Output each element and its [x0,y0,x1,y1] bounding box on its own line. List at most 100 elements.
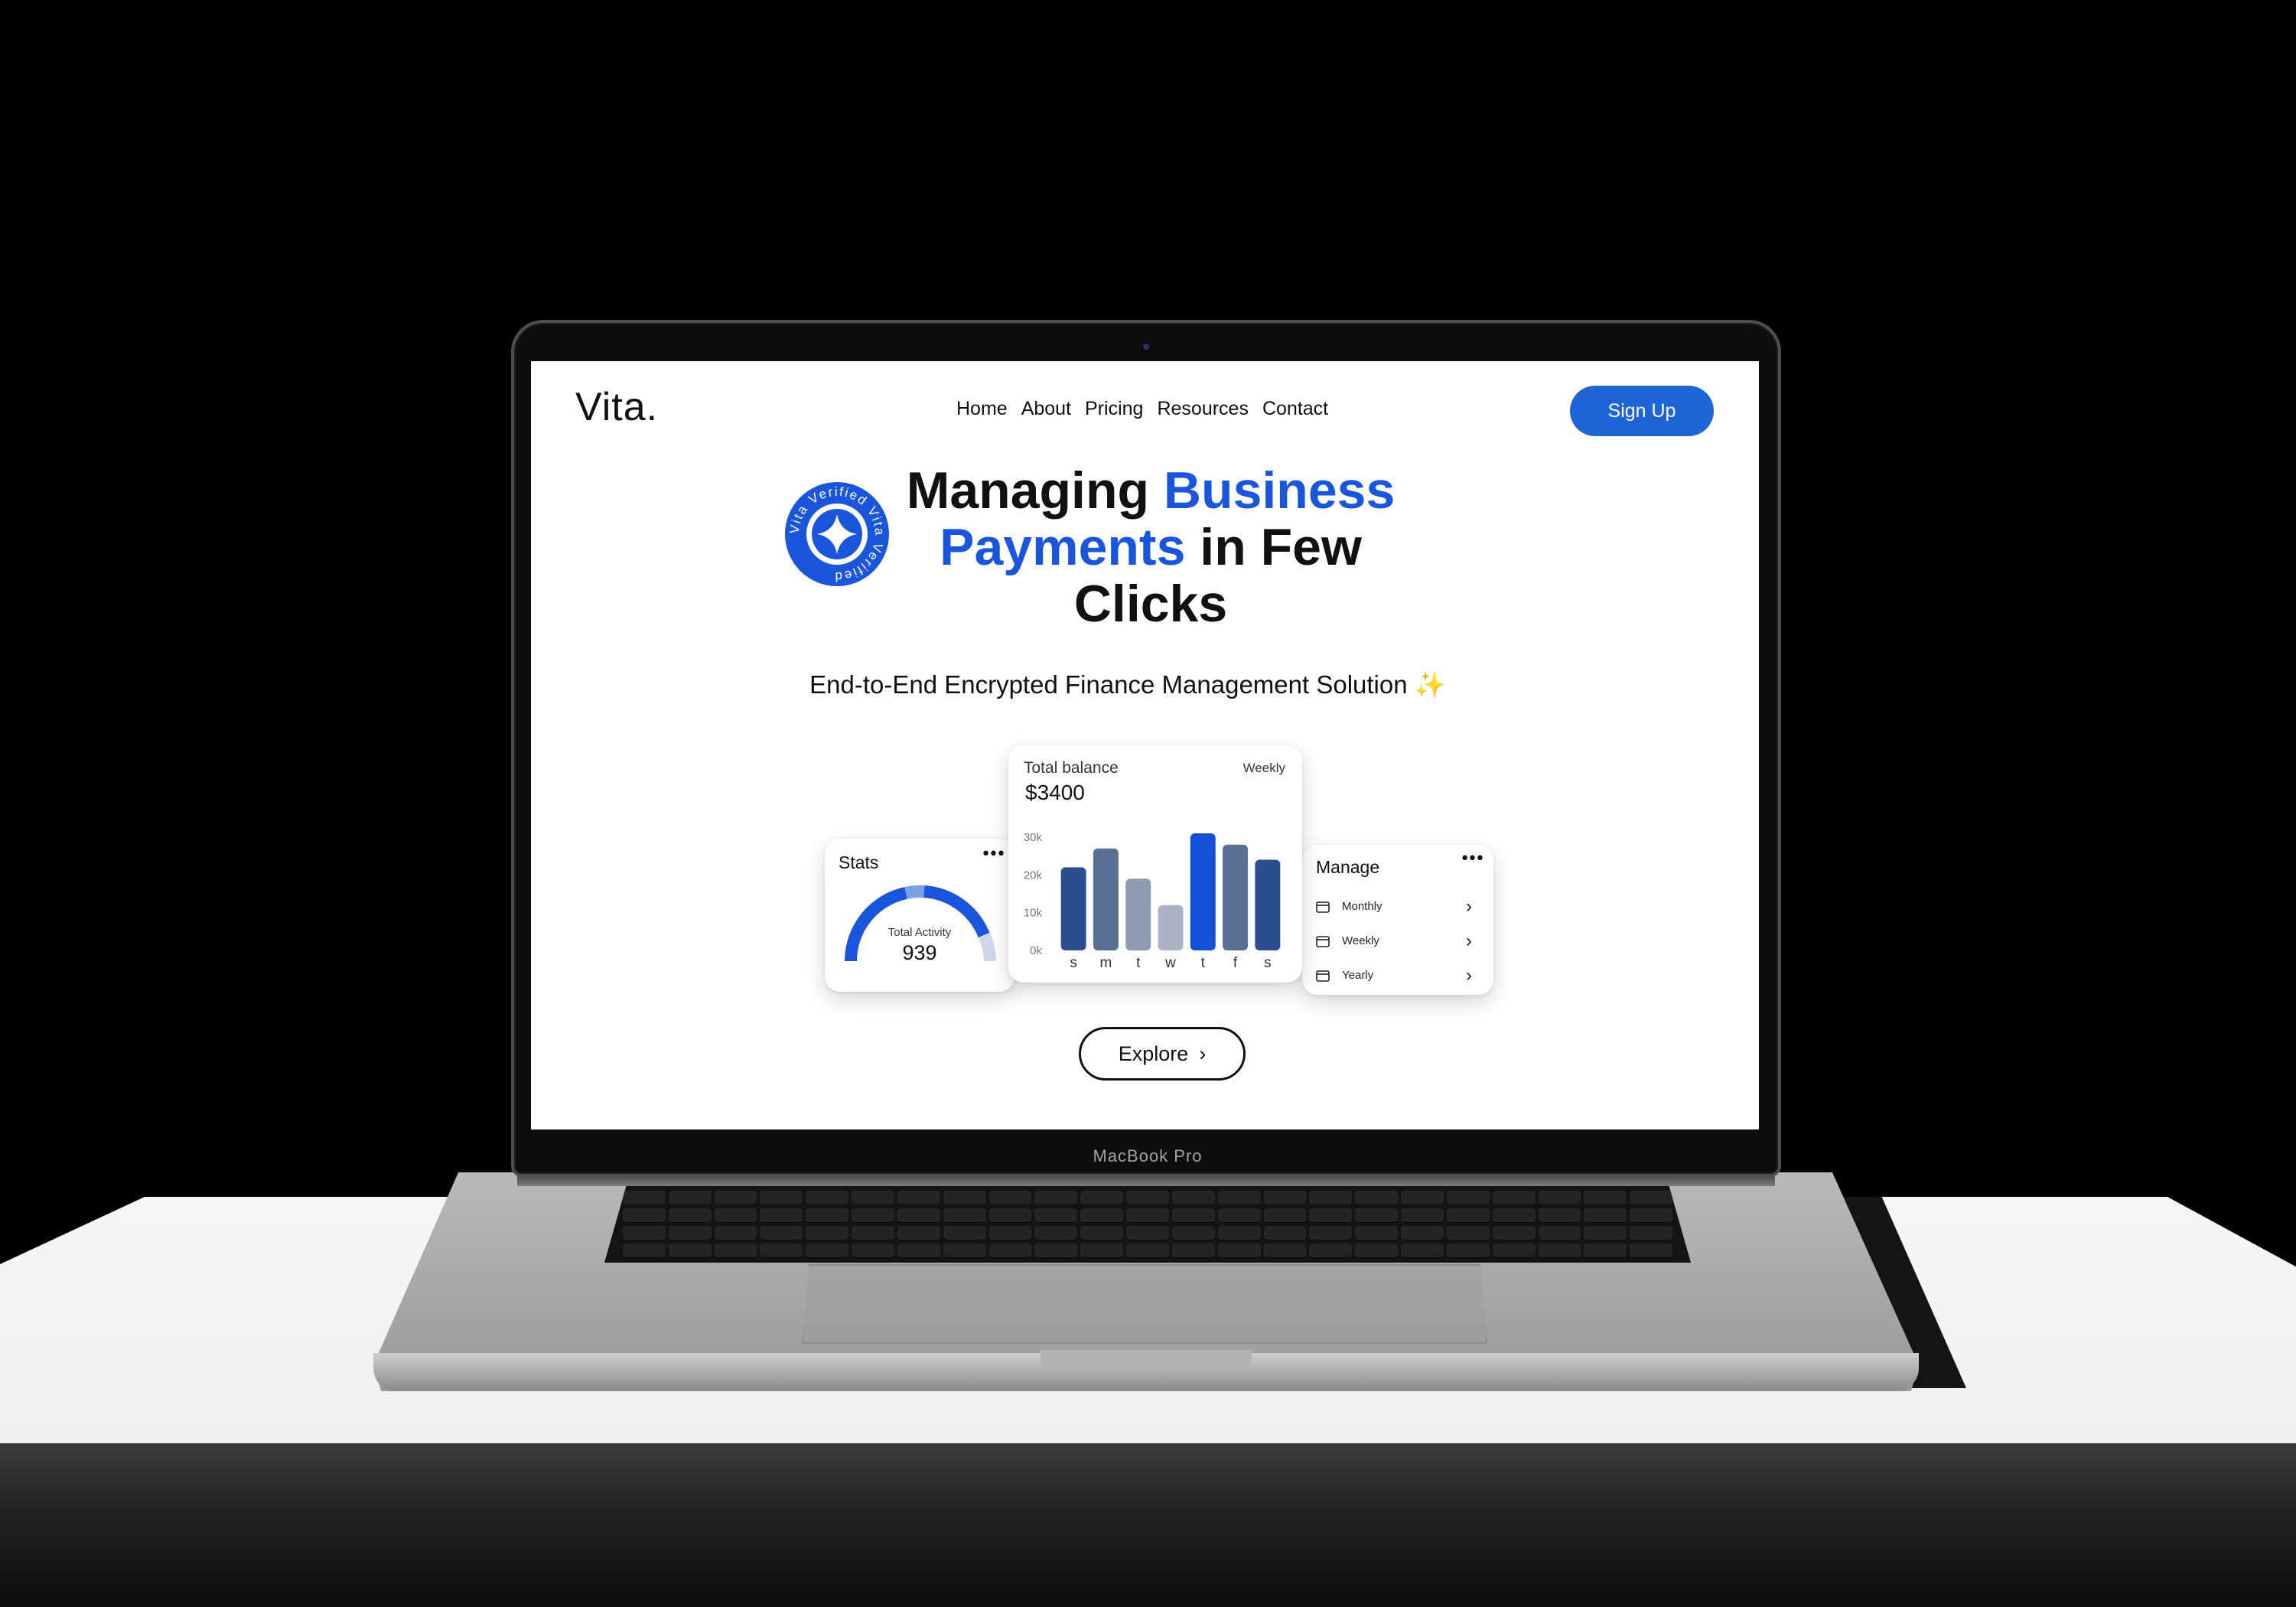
balance-period[interactable]: Weekly [1243,761,1285,776]
manage-item-monthly[interactable]: Monthly › [1316,889,1478,924]
keyboard-key [1355,1191,1399,1205]
keyboard-key [1309,1191,1353,1205]
keyboard-key [1263,1226,1307,1240]
keyboard-key [1584,1226,1627,1240]
chevron-right-icon: › [1466,895,1472,917]
gauge-value: 939 [902,941,937,964]
keyboard-key [988,1226,1032,1240]
trackpad [802,1264,1487,1344]
keyboard-key [943,1244,986,1258]
keyboard-key [806,1208,849,1223]
manage-title: Manage [1316,857,1380,877]
stats-card: Stats ••• Total Activity 939 [825,839,1014,992]
x-tick-label: w [1164,955,1176,971]
keyboard-key [1171,1208,1215,1223]
main-nav: Home About Pricing Resources Contact [956,398,1328,420]
chart-bar [1255,859,1281,950]
x-tick-label: s [1070,955,1077,971]
balance-title: Total balance [1024,759,1119,777]
keyboard-key [897,1208,940,1223]
keyboard-key [714,1208,757,1223]
keyboard-key [1584,1244,1627,1258]
keyboard-key [897,1191,940,1205]
nav-pricing[interactable]: Pricing [1085,398,1143,420]
more-icon[interactable]: ••• [981,845,1006,864]
keyboard-key [1217,1208,1261,1223]
y-tick-label: 10k [1024,907,1043,920]
sign-up-button[interactable]: Sign Up [1570,386,1714,436]
keyboard-key [943,1226,986,1240]
calendar-icon [1316,901,1330,913]
keyboard-key [1584,1208,1627,1223]
explore-button[interactable]: Explore › [1079,1027,1246,1081]
keyboard-key [1080,1226,1124,1240]
camera-icon [1143,344,1149,350]
calendar-icon [1316,970,1330,982]
keyboard-key [1630,1208,1672,1223]
keyboard-key [1584,1191,1627,1205]
keyboard-key [1446,1191,1490,1205]
keyboard-key [988,1208,1032,1223]
manage-item-weekly[interactable]: Weekly › [1316,924,1478,958]
keyboard-key [1080,1208,1124,1223]
chevron-right-icon: › [1466,964,1472,986]
keyboard-key [668,1191,712,1205]
keyboard-key [897,1226,940,1240]
x-tick-label: s [1264,955,1272,971]
keyboard-key [623,1244,666,1258]
keyboard-key [714,1226,757,1240]
hero-title-accent: Business [1163,461,1396,520]
browser-viewport: Vita. Home About Pricing Resources Conta… [531,361,1759,1129]
nav-contact[interactable]: Contact [1262,398,1328,420]
keyboard-key [1492,1208,1536,1223]
chart-bar [1190,833,1216,950]
keyboard-key [1630,1226,1672,1240]
keyboard-key [988,1191,1032,1205]
keyboard-key [1630,1191,1672,1205]
lid-notch [1041,1350,1252,1368]
keyboard-key [852,1208,894,1223]
manage-item-label: Yearly [1342,969,1374,982]
keyboard-key [1126,1208,1169,1223]
subtitle-text: End-to-End Encrypted Finance Management … [809,670,1408,699]
keyboard-key [1171,1244,1215,1258]
desk-front [0,1443,2296,1607]
balance-value: $3400 [1025,781,1085,804]
x-tick-label: t [1136,955,1141,971]
manage-item-yearly[interactable]: Yearly › [1316,958,1478,993]
keyboard-key [1630,1244,1672,1258]
nav-resources[interactable]: Resources [1157,398,1249,420]
keyboard-key [988,1244,1032,1258]
keyboard-key [1401,1226,1444,1240]
keyboard-key [1126,1226,1169,1240]
nav-home[interactable]: Home [956,398,1008,420]
keyboard-key [668,1208,712,1223]
scene: MacBook Pro Vita. Home About Pricing Res… [0,0,2296,1607]
manage-item-label: Monthly [1342,900,1382,913]
keyboard-key [1080,1191,1124,1205]
keyboard-key [1034,1191,1078,1205]
keyboard-key [1034,1244,1078,1258]
keyboard-key [1492,1191,1536,1205]
chart-bar [1223,844,1249,950]
manage-list: Monthly › Weekly › Yearly › [1316,889,1478,993]
chart-bar [1158,905,1184,950]
site-logo[interactable]: Vita. [575,384,658,430]
gauge-label: Total Activity [887,926,952,939]
explore-label: Explore [1118,1041,1189,1065]
keyboard-key [623,1208,666,1223]
nav-about[interactable]: About [1021,398,1071,420]
keyboard-key [1538,1226,1581,1240]
hero-title-part: Managing [906,461,1164,520]
keyboard-key [1309,1208,1353,1223]
balance-bar-chart: 30k 20k 10k 0k s m t w t f s [1024,831,1281,971]
hero-subtitle: End-to-End Encrypted Finance Management … [745,670,1510,700]
sparkle-icon: ✨ [1414,670,1446,699]
keyboard-key [1446,1244,1490,1258]
keyboard-key [714,1244,757,1258]
keyboard-key [1217,1226,1261,1240]
chart-bar [1093,848,1119,950]
device-label: MacBook Pro [1093,1146,1203,1165]
more-icon[interactable]: ••• [1460,849,1485,869]
keyboard-key [1126,1191,1169,1205]
